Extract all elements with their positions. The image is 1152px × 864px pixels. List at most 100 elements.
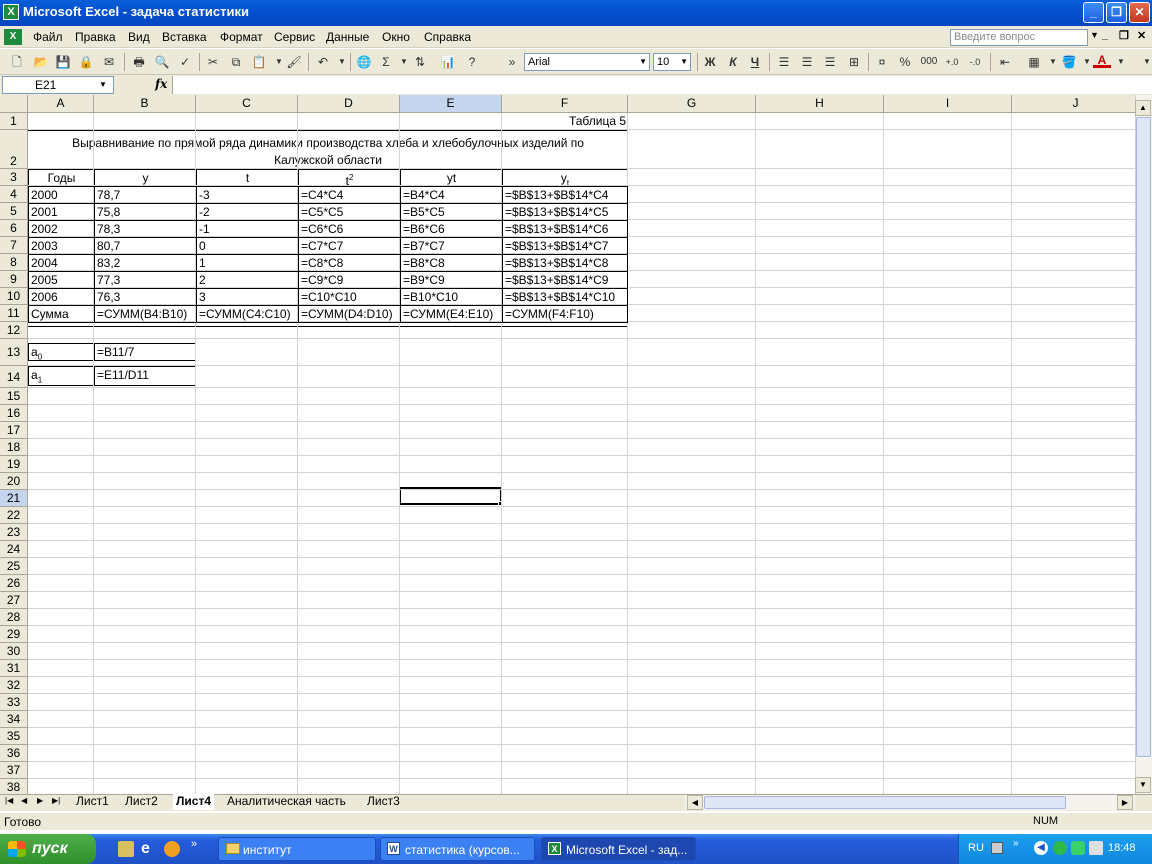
format-painter-icon[interactable]: 🖌 <box>285 53 303 71</box>
menu-file[interactable]: Файл <box>33 30 63 44</box>
cell-b13[interactable]: =B11/7 <box>94 343 196 361</box>
row-header[interactable]: 17 <box>0 422 28 439</box>
cell-t[interactable]: 2 <box>196 271 299 289</box>
open-icon[interactable]: 📂 <box>32 53 50 71</box>
row-header[interactable]: 4 <box>0 186 28 203</box>
row-header[interactable]: 23 <box>0 524 28 541</box>
cell-t2[interactable]: =C9*C9 <box>298 271 401 289</box>
workbook-icon[interactable]: X <box>4 29 22 45</box>
cell-t[interactable]: -1 <box>196 220 299 238</box>
italic-button[interactable]: К <box>724 53 742 71</box>
new-icon[interactable]: 🗋 <box>8 53 26 71</box>
cell-t2[interactable]: =C8*C8 <box>298 254 401 272</box>
column-header-b[interactable]: B <box>94 95 196 113</box>
tray-collapse-icon[interactable]: ◀ <box>1034 841 1048 855</box>
doc-minimize-icon[interactable]: _ <box>1102 29 1108 41</box>
row-header[interactable]: 27 <box>0 592 28 609</box>
cell-y[interactable]: =СУММ(B4:B10) <box>94 305 197 323</box>
tray-network-icon[interactable] <box>1071 841 1085 855</box>
font-name-combo[interactable]: Arial ▼ <box>524 53 650 71</box>
row-header[interactable]: 33 <box>0 694 28 711</box>
sheet-tab-list4[interactable]: Лист4 <box>173 794 215 810</box>
cell-y[interactable]: 76,3 <box>94 288 197 306</box>
horizontal-scroll-thumb[interactable] <box>704 796 1066 809</box>
undo-icon[interactable]: ↶ <box>314 53 332 71</box>
insert-function-button[interactable]: fx <box>155 77 167 91</box>
spelling-icon[interactable]: ✓ <box>176 53 194 71</box>
row-header[interactable]: 26 <box>0 575 28 592</box>
cell-t2[interactable]: =C7*C7 <box>298 237 401 255</box>
row-header[interactable]: 20 <box>0 473 28 490</box>
permission-icon[interactable]: 🔒 <box>77 53 95 71</box>
column-header-j[interactable]: J <box>1012 95 1135 113</box>
cell-yt[interactable]: =B4*C4 <box>400 186 503 204</box>
menu-edit[interactable]: Правка <box>75 30 116 44</box>
row-header[interactable]: 36 <box>0 745 28 762</box>
cell-years[interactable]: 2004 <box>28 254 95 272</box>
quicklaunch-ie-icon[interactable]: e <box>141 840 150 858</box>
cell-yt[interactable]: =B5*C5 <box>400 203 503 221</box>
cell-years[interactable]: 2006 <box>28 288 95 306</box>
chart-wizard-icon[interactable]: 📊 <box>439 53 457 71</box>
menu-tools[interactable]: Сервис <box>274 30 315 44</box>
row-header[interactable]: 34 <box>0 711 28 728</box>
cell-yt-fit[interactable]: =$B$13+$B$14*C4 <box>502 186 628 204</box>
cell-t2[interactable]: =C4*C4 <box>298 186 401 204</box>
cell-yt-fit[interactable]: =$B$13+$B$14*C5 <box>502 203 628 221</box>
cell-yt-fit[interactable]: =СУММ(F4:F10) <box>502 305 628 323</box>
row-header[interactable]: 38 <box>0 779 28 794</box>
scroll-right-icon[interactable]: ▶ <box>1117 795 1133 810</box>
percent-button[interactable]: % <box>896 53 914 71</box>
currency-icon[interactable]: ¤ <box>873 53 891 71</box>
cell-t[interactable]: -3 <box>196 186 299 204</box>
sheet-tab-analytic[interactable]: Аналитическая часть <box>227 794 346 810</box>
cell-yt[interactable]: =B6*C6 <box>400 220 503 238</box>
row-header[interactable]: 19 <box>0 456 28 473</box>
cell-y[interactable]: 83,2 <box>94 254 197 272</box>
email-icon[interactable]: ✉ <box>100 53 118 71</box>
cell-yt-fit[interactable]: =$B$13+$B$14*C9 <box>502 271 628 289</box>
sheet-tab-list2[interactable]: Лист2 <box>125 794 158 810</box>
column-header-h[interactable]: H <box>756 95 884 113</box>
cell-b14[interactable]: =E11/D11 <box>94 366 196 386</box>
scroll-left-icon[interactable]: ◀ <box>687 795 703 810</box>
column-header-a[interactable]: A <box>28 95 94 113</box>
cell-t2[interactable]: =СУММ(D4:D10) <box>298 305 401 323</box>
print-preview-icon[interactable]: 🔍 <box>153 53 171 71</box>
cell-t[interactable]: -2 <box>196 203 299 221</box>
cell-t[interactable]: 1 <box>196 254 299 272</box>
cell-f1[interactable]: Таблица 5 <box>502 113 628 130</box>
menu-view[interactable]: Вид <box>128 30 150 44</box>
row-header[interactable]: 25 <box>0 558 28 575</box>
row-header[interactable]: 22 <box>0 507 28 524</box>
taskbar-item-word[interactable]: статистика (курсов... <box>380 837 535 861</box>
paste-icon[interactable]: 📋 <box>250 53 268 71</box>
close-button[interactable]: ✕ <box>1129 2 1150 23</box>
column-header-f[interactable]: F <box>502 95 628 113</box>
row-header[interactable]: 6 <box>0 220 28 237</box>
minimize-button[interactable]: _ <box>1083 2 1104 23</box>
row-header[interactable]: 32 <box>0 677 28 694</box>
cell-y[interactable]: 78,3 <box>94 220 197 238</box>
row-header[interactable]: 15 <box>0 388 28 405</box>
quicklaunch-media-icon[interactable] <box>164 841 180 857</box>
row-header[interactable]: 24 <box>0 541 28 558</box>
borders-icon[interactable]: ▦ <box>1025 53 1043 71</box>
toolbar-options-icon[interactable]: » <box>503 53 521 71</box>
menu-insert[interactable]: Вставка <box>162 30 207 44</box>
row-header[interactable]: 2 <box>0 130 28 169</box>
row-header[interactable]: 3 <box>0 169 28 186</box>
underline-button[interactable]: Ч <box>746 53 764 71</box>
cell-yt-fit[interactable]: =$B$13+$B$14*C10 <box>502 288 628 306</box>
toolbar-overflow-icon[interactable]: ▼ <box>1138 53 1152 71</box>
row-header[interactable]: 35 <box>0 728 28 745</box>
cell-yt-fit[interactable]: =$B$13+$B$14*C8 <box>502 254 628 272</box>
cell-years[interactable]: Сумма <box>28 305 95 323</box>
font-color-icon[interactable]: A <box>1093 53 1111 68</box>
row-header[interactable]: 16 <box>0 405 28 422</box>
spreadsheet-grid[interactable]: A B C D E F G H I J Таблица 5 Выравниван… <box>0 95 1135 794</box>
column-header-g[interactable]: G <box>628 95 756 113</box>
scroll-down-icon[interactable]: ▼ <box>1135 777 1151 793</box>
vertical-scroll-thumb[interactable] <box>1136 117 1151 757</box>
maximize-button[interactable]: ❐ <box>1106 2 1127 23</box>
